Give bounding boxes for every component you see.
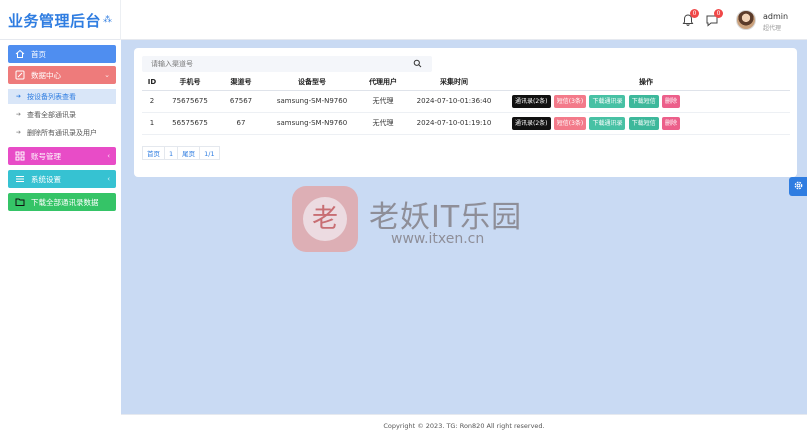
menu-home-label: 首页 <box>31 49 46 59</box>
app-title-mark: ⁂ <box>103 15 112 25</box>
arrow-right-icon: ➔ <box>16 93 22 100</box>
watermark-url: www.itxen.cn <box>391 231 485 247</box>
menu-settings[interactable]: 系统设置 ‹ <box>8 170 116 188</box>
user-role: 超代理 <box>763 25 782 32</box>
cell-channel: 67567 <box>218 90 264 113</box>
watermark-logo-char: 老 <box>303 197 347 241</box>
user-avatar[interactable] <box>736 10 756 30</box>
menu-home[interactable]: 首页 <box>8 45 116 63</box>
menu-settings-label: 系统设置 <box>31 174 61 184</box>
sms-button[interactable]: 短信(3条) <box>553 116 587 130</box>
folder-icon <box>15 197 25 207</box>
cell-time: 2024-07-10-01:19:10 <box>406 112 502 135</box>
cell-device: samsung-SM-N9760 <box>264 90 360 113</box>
menu-download-all-label: 下载全部通讯录数据 <box>31 197 99 207</box>
floating-settings-button[interactable] <box>789 177 807 196</box>
menu-account[interactable]: 账号管理 ‹ <box>8 147 116 165</box>
app-logo[interactable]: 业务管理后台 ⁂ <box>0 0 121 40</box>
delete-button[interactable]: 删除 <box>661 94 680 108</box>
arrow-right-icon: ➔ <box>16 111 22 118</box>
submenu-device-list[interactable]: ➔ 按设备列表查看 <box>8 89 116 104</box>
page-info: 1/1 <box>199 146 220 160</box>
submenu-all-contacts-label: 查看全部通讯录 <box>27 110 77 119</box>
grid-icon <box>15 151 25 161</box>
menu-data-center[interactable]: 数据中心 ⌄ <box>8 66 116 84</box>
cell-id: 1 <box>142 112 162 135</box>
col-agent: 代理用户 <box>360 74 406 91</box>
download-contacts-button[interactable]: 下载通讯录 <box>589 94 626 108</box>
table-row: 2 75675675 67567 samsung-SM-N9760 无代理 20… <box>142 90 790 113</box>
footer: Copyright © 2023. TG: Ron820 All right r… <box>121 414 807 437</box>
menu-download-all[interactable]: 下载全部通讯录数据 <box>8 193 116 211</box>
search-input[interactable] <box>142 56 432 72</box>
cell-agent: 无代理 <box>360 90 406 113</box>
watermark-logo: 老 <box>292 186 358 252</box>
watermark-title: 老妖IT乐园 <box>369 200 523 235</box>
copyright-text: Copyright © 2023. TG: Ron820 All right r… <box>383 422 545 430</box>
cell-channel: 67 <box>218 112 264 135</box>
submenu-all-contacts[interactable]: ➔ 查看全部通讯录 <box>8 107 116 122</box>
home-icon <box>15 49 25 59</box>
message-icon[interactable]: 0 <box>705 9 723 27</box>
page-last-link[interactable]: 尾页 <box>177 146 201 160</box>
chevron-left-icon: ‹ <box>107 152 110 160</box>
col-phone: 手机号 <box>162 74 218 91</box>
search-icon[interactable] <box>413 59 422 68</box>
col-channel: 渠道号 <box>218 74 264 91</box>
contacts-button[interactable]: 通讯录(2条) <box>512 94 551 108</box>
table-row: 1 56575675 67 samsung-SM-N9760 无代理 2024-… <box>142 112 790 135</box>
menu-data-center-label: 数据中心 <box>31 70 61 80</box>
submenu-device-list-label: 按设备列表查看 <box>27 92 77 101</box>
submenu-delete-all[interactable]: ➔ 删除所有通讯录及用户 <box>8 125 116 140</box>
user-name[interactable]: admin <box>763 12 788 21</box>
cell-phone: 75675675 <box>162 90 218 113</box>
submenu-delete-all-label: 删除所有通讯录及用户 <box>27 128 98 137</box>
download-sms-button[interactable]: 下载短信 <box>628 116 659 130</box>
notification-bell-icon[interactable]: 0 <box>681 9 699 27</box>
app-title: 业务管理后台 <box>7 11 101 30</box>
pagination: 首页 1 尾页 1/1 <box>142 146 220 160</box>
sidebar: 首页 数据中心 ⌄ ➔ 按设备列表查看 ➔ 查看全部通讯录 ➔ 删除所有通讯录及… <box>0 40 121 437</box>
col-time: 采集时间 <box>406 74 502 91</box>
cell-actions: 通讯录(2条) 短信(3条) 下载通讯录 下载短信 删除 <box>502 90 790 113</box>
device-table: ID 手机号 渠道号 设备型号 代理用户 采集时间 操作 2 75675675 … <box>142 74 790 135</box>
table-header-row: ID 手机号 渠道号 设备型号 代理用户 采集时间 操作 <box>142 74 790 91</box>
edit-icon <box>15 70 25 80</box>
download-sms-button[interactable]: 下载短信 <box>628 94 659 108</box>
cell-agent: 无代理 <box>360 112 406 135</box>
cell-phone: 56575675 <box>162 112 218 135</box>
page-current[interactable]: 1 <box>164 146 179 160</box>
col-device: 设备型号 <box>264 74 360 91</box>
col-id: ID <box>142 74 162 91</box>
cell-actions: 通讯录(2条) 短信(3条) 下载通讯录 下载短信 删除 <box>502 112 790 135</box>
chevron-down-icon: ⌄ <box>104 71 110 79</box>
cell-time: 2024-07-10-01:36:40 <box>406 90 502 113</box>
col-actions: 操作 <box>502 74 790 91</box>
message-badge: 0 <box>714 9 723 18</box>
delete-button[interactable]: 删除 <box>661 116 680 130</box>
contacts-button[interactable]: 通讯录(2条) <box>512 116 551 130</box>
menu-account-label: 账号管理 <box>31 151 61 161</box>
gear-icon <box>793 180 804 193</box>
top-header: 业务管理后台 ⁂ 0 0 admin 超代理 <box>0 0 807 40</box>
page-first-link[interactable]: 首页 <box>142 146 165 160</box>
sms-button[interactable]: 短信(3条) <box>553 94 587 108</box>
arrow-right-icon: ➔ <box>16 129 22 136</box>
download-contacts-button[interactable]: 下载通讯录 <box>589 116 626 130</box>
content-card: ID 手机号 渠道号 设备型号 代理用户 采集时间 操作 2 75675675 … <box>134 48 797 177</box>
cell-id: 2 <box>142 90 162 113</box>
bell-badge: 0 <box>690 9 699 18</box>
cell-device: samsung-SM-N9760 <box>264 112 360 135</box>
chevron-left-icon: ‹ <box>107 175 110 183</box>
list-icon <box>15 174 25 184</box>
